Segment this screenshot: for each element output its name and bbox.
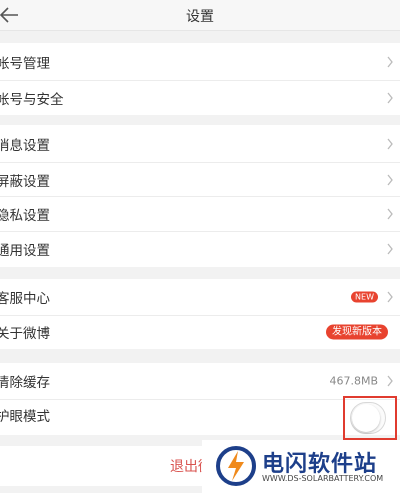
account-group: 帐号管理 帐号与安全 (0, 43, 400, 115)
chevron-right-icon (387, 138, 393, 150)
row-label: 隐私设置 (0, 208, 50, 224)
site-watermark: 电闪软件站 WWW.DS-SOLARBATTERY.COM (202, 440, 400, 493)
chevron-right-icon (387, 375, 393, 387)
row-label: 帐号管理 (0, 56, 50, 72)
toggle-knob[interactable] (352, 404, 380, 432)
message-settings-row[interactable]: 消息设置 (0, 127, 400, 161)
eye-protection-toggle[interactable] (350, 402, 386, 434)
about-weibo-row[interactable]: 关于微博 发现新版本 (0, 315, 400, 349)
chevron-right-icon (387, 243, 393, 255)
row-label: 关于微博 (0, 326, 50, 342)
row-label: 客服中心 (0, 291, 50, 307)
chevron-right-icon (387, 208, 393, 220)
account-security-row[interactable]: 帐号与安全 (0, 81, 400, 115)
chevron-right-icon (387, 174, 393, 186)
chevron-right-icon (387, 92, 393, 104)
row-label: 清除缓存 (0, 375, 50, 391)
cache-eye-group: 清除缓存 467.8MB 护眼模式 (0, 363, 400, 435)
clear-cache-row[interactable]: 清除缓存 467.8MB (0, 364, 400, 398)
cache-size-value: 467.8MB (329, 374, 378, 388)
page-title: 设置 (186, 9, 214, 25)
row-label: 消息设置 (0, 138, 50, 154)
privacy-settings-row[interactable]: 隐私设置 (0, 197, 400, 231)
eye-protection-row: 护眼模式 (0, 398, 400, 432)
block-settings-row[interactable]: 屏蔽设置 (0, 163, 400, 197)
new-badge: NEW (351, 291, 378, 303)
general-settings-row[interactable]: 通用设置 (0, 232, 400, 266)
row-label: 帐号与安全 (0, 92, 64, 108)
lightning-logo-icon (216, 446, 256, 486)
help-group: 客服中心 NEW 关于微博 发现新版本 (0, 279, 400, 349)
settings-group: 消息设置 屏蔽设置 隐私设置 通用设置 (0, 125, 400, 267)
account-management-row[interactable]: 帐号管理 (0, 45, 400, 79)
watermark-url: WWW.DS-SOLARBATTERY.COM (262, 474, 384, 483)
customer-service-row[interactable]: 客服中心 NEW (0, 280, 400, 314)
row-label: 屏蔽设置 (0, 174, 50, 190)
top-bar: 设置 (0, 0, 400, 31)
new-version-badge: 发现新版本 (326, 324, 388, 340)
row-label: 护眼模式 (0, 409, 50, 425)
chevron-right-icon (387, 56, 393, 68)
row-label: 通用设置 (0, 243, 50, 259)
chevron-right-icon (387, 291, 393, 303)
